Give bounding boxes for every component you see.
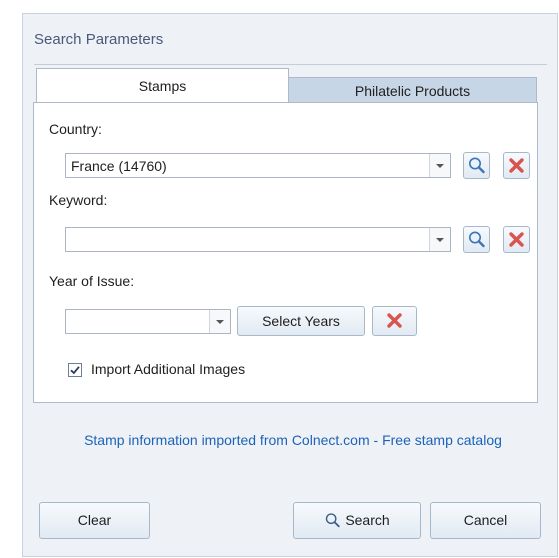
import-images-checkbox[interactable] bbox=[68, 363, 82, 377]
keyword-clear-button[interactable] bbox=[503, 226, 530, 253]
country-label: Country: bbox=[49, 121, 102, 137]
chevron-down-icon[interactable] bbox=[429, 228, 450, 251]
search-parameters-panel: Search Parameters Stamps Philatelic Prod… bbox=[22, 13, 558, 557]
red-x-icon bbox=[509, 158, 524, 173]
magnifier-icon bbox=[469, 231, 485, 248]
stamps-tab-content: Country: France (14760) Keyword: Year of… bbox=[33, 102, 538, 403]
magnifier-icon bbox=[326, 513, 340, 528]
year-clear-button[interactable] bbox=[372, 306, 417, 336]
chevron-down-icon[interactable] bbox=[209, 310, 230, 333]
checkmark-icon bbox=[70, 366, 80, 375]
select-years-button[interactable]: Select Years bbox=[237, 306, 365, 336]
year-combobox[interactable] bbox=[65, 309, 231, 334]
red-x-icon bbox=[387, 313, 402, 328]
keyword-label: Keyword: bbox=[49, 192, 108, 208]
title-divider bbox=[34, 64, 547, 65]
panel-title: Search Parameters bbox=[34, 31, 164, 48]
colnect-info-link[interactable]: Stamp information imported from Colnect.… bbox=[53, 431, 533, 450]
keyword-search-button[interactable] bbox=[463, 226, 490, 253]
tab-stamps[interactable]: Stamps bbox=[36, 68, 289, 102]
year-of-issue-label: Year of Issue: bbox=[49, 273, 135, 289]
country-clear-button[interactable] bbox=[503, 152, 530, 179]
magnifier-icon bbox=[469, 157, 485, 174]
red-x-icon bbox=[509, 232, 524, 247]
tab-philatelic-products[interactable]: Philatelic Products bbox=[288, 77, 537, 104]
keyword-combobox[interactable] bbox=[65, 227, 451, 252]
clear-button[interactable]: Clear bbox=[39, 502, 150, 539]
country-value: France (14760) bbox=[71, 158, 167, 174]
country-combobox[interactable]: France (14760) bbox=[65, 153, 451, 178]
search-button[interactable]: Search bbox=[293, 502, 421, 539]
country-search-button[interactable] bbox=[463, 152, 490, 179]
import-images-label: Import Additional Images bbox=[91, 361, 246, 377]
cancel-button[interactable]: Cancel bbox=[430, 502, 541, 539]
search-button-label: Search bbox=[345, 512, 390, 528]
chevron-down-icon[interactable] bbox=[429, 154, 450, 177]
